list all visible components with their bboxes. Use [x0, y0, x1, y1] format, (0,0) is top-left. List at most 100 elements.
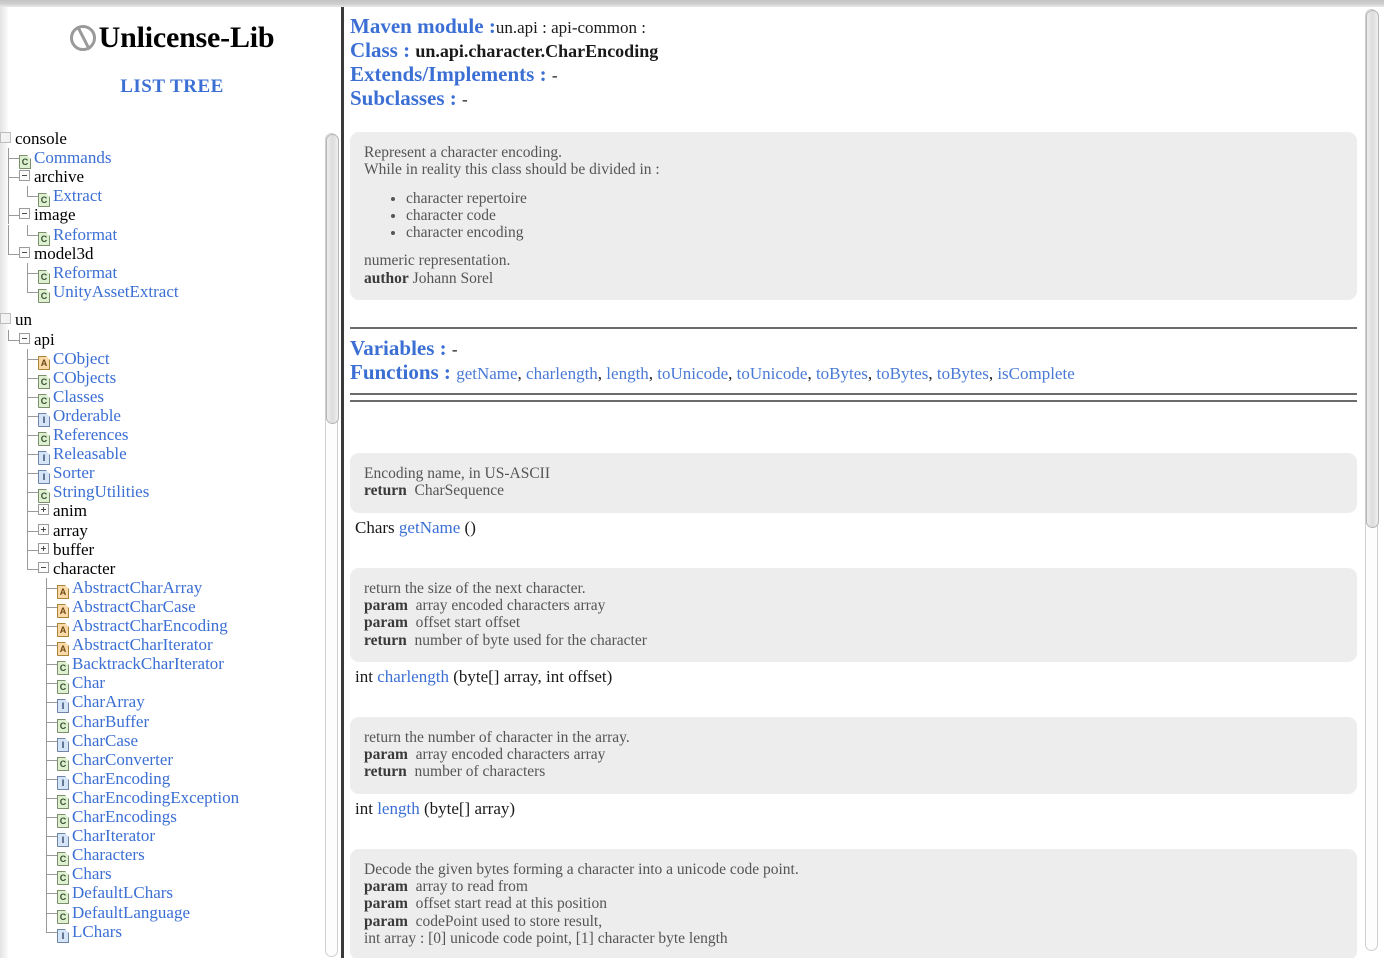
tree-node-content: C References	[38, 425, 129, 447]
list-tree-link[interactable]: LIST TREE	[0, 76, 341, 98]
class-icon: C	[38, 288, 50, 303]
tree-node-label[interactable]: UnityAssetExtract	[53, 282, 179, 301]
function-link-length[interactable]: length	[606, 364, 649, 383]
doc-tag-return: return	[364, 631, 407, 649]
tree-connector-horizontal	[46, 740, 57, 742]
divider-mid-2	[350, 400, 1357, 403]
tree-node-label[interactable]: Reformat	[53, 263, 117, 282]
tree-node-label[interactable]: Releasable	[53, 444, 127, 463]
tree-connector-horizontal	[8, 339, 19, 341]
function-link-iscomplete[interactable]: isComplete	[997, 364, 1074, 383]
method-doc-box: return the number of character in the ar…	[350, 716, 1357, 794]
tree-node-content: I Releasable	[38, 444, 127, 466]
doc-tag-text: array to read from	[407, 878, 528, 896]
header-row-class: Class : un.api.character.CharEncoding	[350, 39, 1357, 63]
tree-node-content: C BacktrackCharIterator	[57, 654, 224, 676]
function-link-charlength[interactable]: charlength	[526, 364, 598, 383]
collapse-icon[interactable]	[19, 208, 30, 220]
collapse-icon[interactable]	[38, 561, 49, 573]
tree-node-label[interactable]: DefaultLanguage	[72, 903, 190, 922]
doc-tag-param: param	[364, 895, 408, 913]
method-doc-line: param codePoint used to store result,	[364, 913, 1343, 930]
tree-connector-horizontal	[27, 492, 38, 494]
tree-node-label[interactable]: CharBuffer	[72, 712, 149, 731]
collapse-icon[interactable]	[19, 170, 30, 182]
function-link-tounicode[interactable]: toUnicode	[657, 364, 728, 383]
collapse-icon[interactable]	[19, 332, 30, 344]
method-name-link[interactable]: length	[377, 799, 420, 818]
tree-toggle-icon[interactable]	[0, 132, 11, 143]
function-link-tobytes[interactable]: toBytes	[937, 364, 989, 383]
expand-icon[interactable]	[38, 542, 49, 554]
sidebar-scrollbar-track[interactable]	[325, 133, 339, 957]
doc-tag-text: offset start read at this position	[407, 895, 607, 913]
main-scrollbar-track[interactable]	[1365, 9, 1379, 951]
tree-connector-horizontal	[27, 435, 38, 437]
tree-node-label[interactable]: Commands	[34, 148, 111, 167]
tree-node-label[interactable]: CharIterator	[72, 826, 155, 845]
doc-tag-text: number of byte used for the character	[406, 631, 647, 649]
tree-node-label[interactable]: Classes	[53, 387, 104, 406]
method-name-link[interactable]: getName	[399, 518, 460, 537]
tree-node-label[interactable]: Char	[72, 673, 105, 692]
tree-node-label[interactable]: CharEncodings	[72, 807, 177, 826]
method-doc-line: return CharSequence	[364, 482, 1343, 499]
brand-header: Unlicense-Lib LIST TREE	[0, 7, 341, 98]
function-separator: ,	[807, 364, 816, 384]
tree-node-label[interactable]: LChars	[72, 922, 122, 941]
main-scroll-thumb[interactable]	[1366, 10, 1379, 528]
expand-icon[interactable]	[38, 504, 49, 516]
function-link-tounicode[interactable]: toUnicode	[737, 364, 808, 383]
no-copyright-slash-icon	[69, 25, 96, 51]
method-name-link[interactable]: charlength	[377, 667, 449, 686]
expand-icon[interactable]	[38, 523, 49, 535]
tree-node-content: model3d	[19, 244, 94, 263]
doc-tag-param: param	[364, 746, 408, 764]
tree-node-label[interactable]: DefaultLChars	[72, 883, 173, 902]
class-description-box: Represent a character encoding. While in…	[350, 132, 1357, 301]
tree-node-label[interactable]: AbstractCharArray	[72, 578, 202, 597]
function-link-getname[interactable]: getName	[456, 364, 517, 383]
method-doc-line: int array : [0] unicode code point, [1] …	[364, 929, 728, 947]
tree-node-label[interactable]: CharEncodingException	[72, 788, 239, 807]
function-separator: ,	[928, 364, 937, 384]
tree-toggle-icon[interactable]	[0, 313, 11, 325]
tree-node-label[interactable]: CObjects	[53, 368, 116, 387]
tree-node-label[interactable]: Sorter	[53, 463, 95, 482]
tree-connector-horizontal	[27, 291, 38, 293]
function-link-tobytes[interactable]: toBytes	[816, 364, 868, 383]
method-doc-line: return number of byte used for the chara…	[364, 632, 1343, 649]
tree-connector-horizontal	[27, 358, 38, 360]
tree-node-label[interactable]: Reformat	[53, 225, 117, 244]
extends-label: Extends/Implements :	[350, 62, 547, 86]
doc-tag-text: CharSequence	[406, 482, 505, 500]
tree-connector-horizontal	[8, 158, 19, 160]
tree-connector-horizontal	[46, 797, 57, 799]
tree-node-label[interactable]: AbstractCharIterator	[72, 635, 213, 654]
tree-connector-horizontal	[27, 396, 38, 398]
method-doc-line: Decode the given bytes forming a charact…	[364, 860, 799, 878]
class-value: un.api.character.CharEncoding	[415, 41, 659, 61]
function-link-tobytes[interactable]: toBytes	[876, 364, 928, 383]
collapse-icon[interactable]	[19, 246, 30, 258]
tree-node-label[interactable]: Chars	[72, 864, 112, 883]
tree-node-label[interactable]: StringUtilities	[53, 482, 149, 501]
tree-node-label[interactable]: CObject	[53, 349, 110, 368]
tree-node-label[interactable]: CharCase	[72, 731, 138, 750]
tree-connector-horizontal	[27, 377, 38, 379]
tree-node-label[interactable]: Extract	[53, 186, 102, 205]
tree-guide-line	[8, 186, 9, 206]
variables-row: Variables : -	[350, 337, 1357, 361]
tree-node-label[interactable]: CharArray	[72, 692, 145, 711]
method-doc-box: return the size of the next character. pa…	[350, 567, 1357, 662]
tree-node-label[interactable]: CharEncoding	[72, 769, 170, 788]
tree-node-label[interactable]: Characters	[72, 845, 145, 864]
tree-node-label[interactable]: Orderable	[53, 406, 121, 425]
tree-node-label[interactable]: BacktrackCharIterator	[72, 654, 224, 673]
tree-node-label[interactable]: AbstractCharEncoding	[72, 616, 228, 635]
tree-node-label[interactable]: CharConverter	[72, 750, 173, 769]
tree-node-label[interactable]: References	[53, 425, 129, 444]
sidebar: Unlicense-Lib LIST TREE console C Commands…	[0, 0, 344, 958]
tree-node-label[interactable]: AbstractCharCase	[72, 597, 196, 616]
sidebar-scroll-thumb[interactable]	[326, 134, 339, 424]
